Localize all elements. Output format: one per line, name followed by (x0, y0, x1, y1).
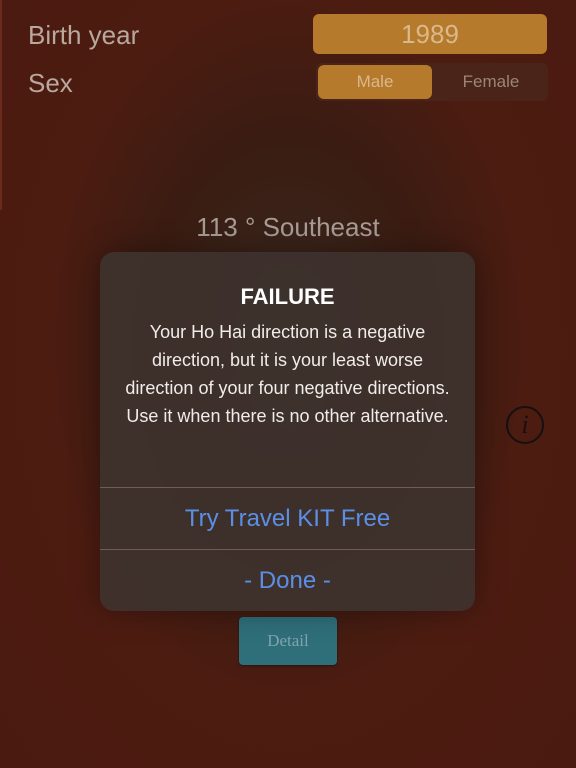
edge-divider (0, 0, 2, 210)
done-button[interactable]: - Done - (100, 550, 475, 611)
direction-readout: 113 ° Southeast (196, 212, 380, 242)
alert-dialog: FAILURE Your Ho Hai direction is a negat… (100, 252, 475, 611)
sex-option-male[interactable]: Male (318, 65, 432, 99)
sex-segmented-control: Male Female (316, 63, 548, 101)
detail-button[interactable]: Detail (239, 617, 337, 665)
alert-title: FAILURE (240, 284, 335, 309)
birth-year-field[interactable]: 1989 (313, 14, 547, 54)
alert-message: Your Ho Hai direction is a negative dire… (125, 322, 450, 426)
try-travel-kit-button[interactable]: Try Travel KIT Free (100, 488, 475, 550)
info-icon[interactable]: i (506, 406, 544, 444)
sex-label: Sex (28, 68, 73, 98)
sex-option-female[interactable]: Female (434, 63, 548, 101)
birth-year-label: Birth year (28, 20, 140, 50)
